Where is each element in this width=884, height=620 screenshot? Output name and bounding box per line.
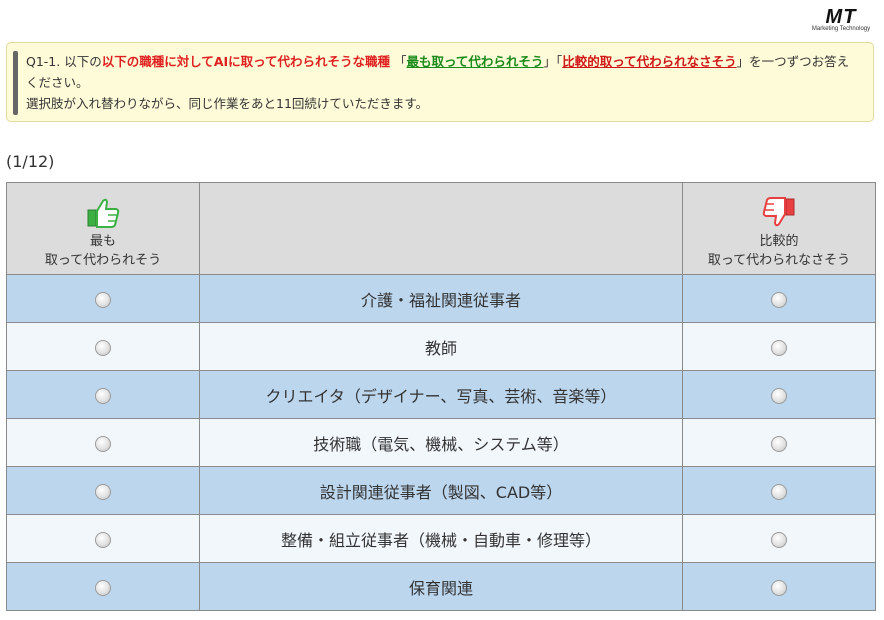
option-label: 介護・福祉関連従事者 xyxy=(199,274,683,323)
header-worst: 比較的 取って代わられなさそう xyxy=(682,182,876,275)
question-accent-bar xyxy=(13,51,18,115)
worst-radio-cell[interactable] xyxy=(682,514,876,563)
question-prefix: Q1-1. 以下の xyxy=(26,54,102,69)
best-radio[interactable] xyxy=(95,531,111,548)
worst-radio[interactable] xyxy=(771,387,787,404)
worst-radio[interactable] xyxy=(771,339,787,356)
question-box: Q1-1. 以下の以下の職種に対してAIに取って代わられそうな職種 「最も取って… xyxy=(6,42,874,122)
quote-mid: 」「 xyxy=(543,54,563,69)
best-radio[interactable] xyxy=(95,387,111,404)
header-best-line1: 最も xyxy=(89,234,116,249)
best-radio-cell[interactable] xyxy=(6,466,200,515)
header-best-line2: 取って代わられそう xyxy=(44,253,162,268)
option-label: 設計関連従事者（製図、CAD等） xyxy=(199,466,683,515)
header-worst-line1: 比較的 xyxy=(759,234,799,249)
table-row: 教師 xyxy=(6,322,876,371)
brand-logo: MT Marketing Technology xyxy=(806,6,876,34)
option-label: 教師 xyxy=(199,322,683,371)
worst-radio-cell[interactable] xyxy=(682,466,876,515)
table-row: クリエイタ（デザイナー、写真、芸術、音楽等） xyxy=(6,370,876,419)
header-worst-line2: 取って代わられなさそう xyxy=(707,253,851,268)
best-radio-cell[interactable] xyxy=(6,418,200,467)
worst-radio[interactable] xyxy=(771,483,787,500)
worst-radio[interactable] xyxy=(771,435,787,452)
progress-counter: (1/12) xyxy=(6,152,55,171)
table-header-row: 最も 取って代わられそう 比較的 取って代わられなさそう xyxy=(6,182,876,275)
best-radio[interactable] xyxy=(95,579,111,596)
question-line2: 選択肢が入れ替わりながら、同じ作業をあと11回続けていただきます。 xyxy=(26,96,429,111)
header-middle xyxy=(199,182,683,275)
header-best: 最も 取って代わられそう xyxy=(6,182,200,275)
table-row: 設計関連従事者（製図、CAD等） xyxy=(6,466,876,515)
worst-radio-cell[interactable] xyxy=(682,418,876,467)
logo-text: MT xyxy=(825,6,857,28)
best-radio[interactable] xyxy=(95,339,111,356)
logo-subtext: Marketing Technology xyxy=(811,26,871,32)
ranking-table: 最も 取って代わられそう 比較的 取って代わられなさそう 介護・福祉関連従事者 xyxy=(6,182,876,611)
option-label: 保育関連 xyxy=(199,562,683,611)
worst-radio-cell[interactable] xyxy=(682,322,876,371)
table-row: 技術職（電気、機械、システム等） xyxy=(6,418,876,467)
table-row: 介護・福祉関連従事者 xyxy=(6,274,876,323)
worst-label: 比較的取って代わられなさそう xyxy=(562,54,737,69)
best-radio[interactable] xyxy=(95,483,111,500)
best-radio-cell[interactable] xyxy=(6,322,200,371)
best-radio[interactable] xyxy=(95,435,111,452)
question-text: Q1-1. 以下の以下の職種に対してAIに取って代わられそうな職種 「最も取って… xyxy=(26,51,861,114)
worst-radio[interactable] xyxy=(771,531,787,548)
best-radio-cell[interactable] xyxy=(6,514,200,563)
option-label: 技術職（電気、機械、システム等） xyxy=(199,418,683,467)
quote-open: 「 xyxy=(394,54,407,69)
table-row: 整備・組立従事者（機械・自動車・修理等） xyxy=(6,514,876,563)
worst-radio-cell[interactable] xyxy=(682,562,876,611)
option-label: クリエイタ（デザイナー、写真、芸術、音楽等） xyxy=(199,370,683,419)
worst-radio[interactable] xyxy=(771,579,787,596)
worst-radio-cell[interactable] xyxy=(682,274,876,323)
question-emphasis: 以下の職種に対してAIに取って代わられそうな職種 xyxy=(101,54,391,69)
worst-radio-cell[interactable] xyxy=(682,370,876,419)
option-label: 整備・組立従事者（機械・自動車・修理等） xyxy=(199,514,683,563)
best-radio-cell[interactable] xyxy=(6,562,200,611)
best-radio-cell[interactable] xyxy=(6,370,200,419)
best-label: 最も取って代わられそう xyxy=(406,54,544,69)
thumbs-down-icon xyxy=(762,197,795,227)
best-radio-cell[interactable] xyxy=(6,274,200,323)
thumbs-up-icon xyxy=(87,198,120,228)
table-row: 保育関連 xyxy=(6,562,876,611)
best-radio[interactable] xyxy=(95,291,111,308)
worst-radio[interactable] xyxy=(771,291,787,308)
